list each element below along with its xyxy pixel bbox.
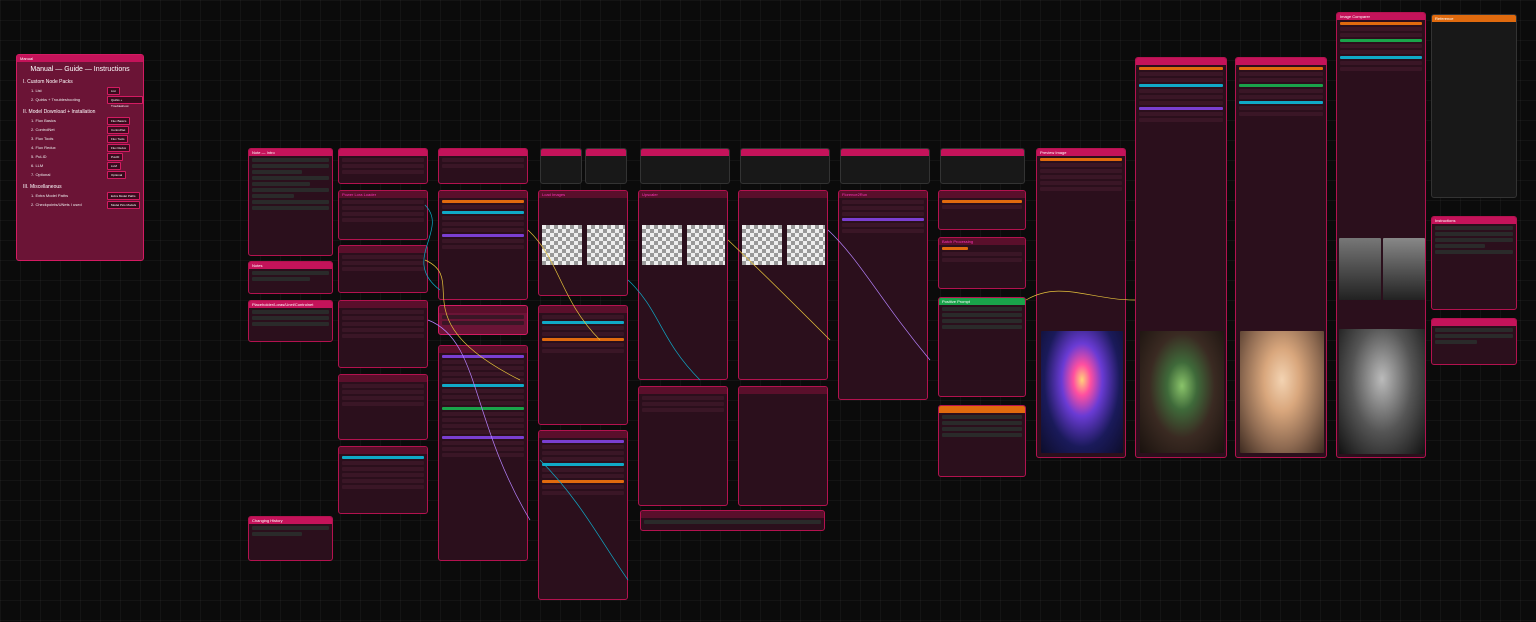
florence-node[interactable]: Florence2Run	[838, 190, 928, 400]
reference-header[interactable]: Reference	[1432, 15, 1516, 22]
note-intro-node[interactable]: Note — Intro	[248, 148, 333, 256]
item-flux-tools: 3. Flux Tools Flux Tools	[31, 135, 143, 143]
reference-node[interactable]: Reference	[1431, 14, 1517, 198]
info-node-c[interactable]	[640, 510, 825, 531]
text-node-f[interactable]	[938, 405, 1026, 477]
item-extra-model-paths: 1. Extra Model Paths Extra Model Paths	[31, 192, 143, 200]
manual-node-header[interactable]: Manual	[17, 55, 143, 62]
preview-node-3[interactable]	[1235, 57, 1327, 458]
manual-node[interactable]: Manual Manual — Guide — Instructions I. …	[16, 54, 144, 261]
item-optional: 7. Optional Optional	[31, 171, 143, 179]
loader-node-1[interactable]	[338, 148, 428, 184]
processing-node-b[interactable]	[538, 305, 628, 425]
reaper-thumb-2	[1383, 238, 1425, 300]
batch-node-f[interactable]: Batch Processing	[938, 237, 1026, 289]
power-lora-node-2[interactable]	[338, 245, 428, 293]
upscaler-node-c[interactable]: Upscaler	[638, 190, 728, 380]
warrior-image	[1140, 331, 1224, 453]
portrait-image	[1240, 331, 1324, 453]
settings-node-b[interactable]	[538, 430, 628, 600]
unet-loader-node[interactable]	[338, 446, 428, 514]
power-lora-node-1[interactable]: Power Lora Loader	[338, 190, 428, 240]
node-e-top[interactable]	[840, 148, 930, 184]
upscaler-header[interactable]: Upscaler	[639, 191, 727, 198]
section-title-model-download: II. Model Download + Installation	[23, 109, 96, 115]
flux-basics-button[interactable]: Flux Basics	[107, 117, 131, 125]
preview-node-2[interactable]	[1135, 57, 1227, 458]
placeholder-loras-node[interactable]: Placeholder/Loras/Unet/Controlnet	[248, 300, 333, 342]
preview-header-1[interactable]: Preview Image	[1037, 149, 1125, 156]
instructions-header[interactable]: Instructions	[1432, 217, 1516, 224]
notes-header[interactable]: Notes	[249, 262, 332, 269]
note-right-node[interactable]	[1431, 318, 1517, 365]
node-d-main[interactable]	[738, 190, 828, 380]
small-node-b1[interactable]	[540, 148, 582, 184]
florence-header[interactable]: Florence2Run	[839, 191, 927, 198]
settings-node-a[interactable]	[438, 345, 528, 561]
notes-node[interactable]: Notes	[248, 261, 333, 294]
item-flux-basics: 1. Flux Basics Flux Basics	[31, 117, 143, 125]
prompt-node-f[interactable]	[938, 190, 1026, 230]
node-c-lower[interactable]	[638, 386, 728, 506]
changing-history-header[interactable]: Changing History	[249, 517, 332, 524]
note-intro-body	[249, 156, 332, 255]
image-placeholder-2	[587, 225, 625, 265]
image-placeholder-1	[542, 225, 582, 265]
quirks-button[interactable]: Quirks + Troubleshoot	[107, 96, 143, 108]
instructions-node[interactable]: Instructions	[1431, 216, 1517, 310]
item-flux-redux: 4. Flux Redux Flux Redux	[31, 144, 143, 152]
item-pulid: 5. PuLID PuLID	[31, 153, 143, 161]
reaper-thumb-1	[1339, 238, 1381, 300]
flux-redux-button[interactable]: Flux Redux	[107, 144, 131, 152]
list-button[interactable]: List	[107, 87, 120, 95]
item-controlnet: 2. ControlNet ControlNet	[31, 126, 143, 134]
item-list: 1. List List	[31, 87, 143, 95]
lora-node-a[interactable]	[438, 148, 528, 184]
llm-button[interactable]: LLM	[107, 162, 121, 170]
load-images-header[interactable]: Load Images	[539, 191, 627, 198]
controlnet-button[interactable]: ControlNet	[107, 126, 130, 134]
flux-tools-button[interactable]: Flux Tools	[107, 135, 129, 143]
item-llm: 6. LLM LLM	[31, 162, 143, 170]
positive-prompt-header[interactable]: Positive Prompt	[939, 298, 1025, 305]
comparer-node[interactable]: Image Comparer	[1336, 12, 1426, 458]
note-intro-header[interactable]: Note — Intro	[249, 149, 332, 156]
small-node-b2[interactable]	[585, 148, 627, 184]
changing-history-node[interactable]: Changing History	[248, 516, 333, 561]
optional-button[interactable]: Optional	[107, 171, 127, 179]
batch-header[interactable]: Batch Processing	[939, 238, 1025, 245]
crystal-tower-image	[1041, 331, 1123, 453]
section-title-misc: III. Miscellaneous	[23, 184, 62, 190]
switch-node-a[interactable]	[438, 305, 528, 335]
node-f-top[interactable]	[940, 148, 1025, 184]
node-c-top[interactable]	[640, 148, 730, 184]
sampler-node-a[interactable]	[438, 190, 528, 300]
extra-model-paths-button[interactable]: Extra Model Paths	[107, 192, 140, 200]
positive-prompt-node[interactable]: Positive Prompt	[938, 297, 1026, 397]
checkpoints-button[interactable]: Model Pics Models	[107, 201, 141, 209]
power-lora-node-4[interactable]	[338, 374, 428, 440]
comparer-header[interactable]: Image Comparer	[1337, 13, 1425, 20]
manual-title: Manual — Guide — Instructions	[30, 66, 130, 73]
node-d-top[interactable]	[740, 148, 830, 184]
section-title-custom-nodes: I. Custom Node Packs	[23, 79, 73, 85]
pulid-button[interactable]: PuLID	[107, 153, 124, 161]
item-checkpoints: 2. Checkpoints/UNets I used Model Pics Mo…	[31, 201, 143, 209]
item-quirks: 2. Quirks + Troubleshooting Quirks + Trou…	[31, 96, 143, 108]
reaper-image	[1339, 329, 1425, 454]
load-images-node[interactable]: Load Images	[538, 190, 628, 296]
placeholder-loras-header[interactable]: Placeholder/Loras/Unet/Controlnet	[249, 301, 332, 308]
node-d-lower[interactable]	[738, 386, 828, 506]
power-lora-header-1[interactable]: Power Lora Loader	[339, 191, 427, 198]
preview-node-1[interactable]: Preview Image	[1036, 148, 1126, 458]
power-lora-node-3[interactable]	[338, 300, 428, 368]
